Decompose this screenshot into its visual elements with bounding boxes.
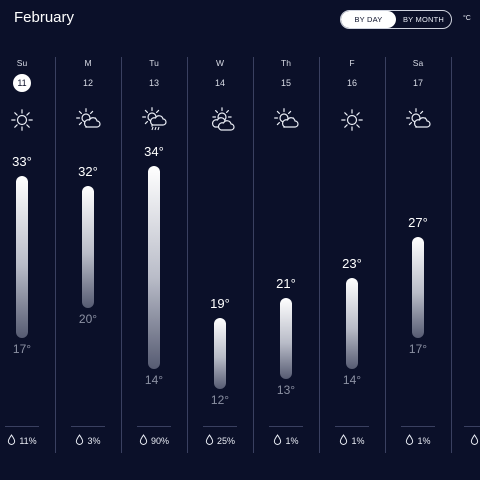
view-toggle[interactable]: BY DAY BY MONTH: [340, 10, 452, 29]
low-temp: 12°: [210, 393, 230, 407]
day-column[interactable]: Sa 17 27° 17° 1%: [385, 54, 451, 454]
sun-cloud-rain-icon: [142, 107, 167, 132]
temp-range-bar: [16, 176, 28, 339]
rain-percent: 25%: [216, 435, 235, 446]
day-of-week: Su: [16, 58, 28, 68]
rain-drop-icon: [405, 434, 414, 447]
day-of-week: F: [349, 58, 355, 68]
rain-drop-icon: [7, 434, 16, 447]
sun-cloud-icon: [274, 108, 299, 132]
day-column[interactable]: F 16 23° 14° 1%: [319, 54, 385, 454]
forecast-days: Su 11 33° 17° 11% M 12 32° 20° 3% Tu 13 34° 14° 90% W 14…: [0, 54, 480, 454]
low-temp: 20°: [78, 311, 98, 326]
rain-chance: 11%: [0, 434, 55, 447]
by-month-button[interactable]: BY MONTH: [396, 11, 451, 28]
low-temp: 13°: [276, 382, 296, 397]
temp-range-bar: [412, 236, 424, 339]
by-day-button[interactable]: BY DAY: [341, 11, 396, 28]
unit-toggle[interactable]: °C: [463, 15, 471, 22]
temp-range-bar: [82, 186, 94, 308]
rain-chance: 3%: [55, 434, 121, 447]
rain-chance: 1%: [319, 434, 385, 447]
today-date: 11: [0, 74, 55, 92]
sun-clouds-icon: [208, 107, 235, 132]
low-temp: 14°: [144, 372, 164, 387]
column-divider: [253, 57, 254, 453]
header: February BY DAY BY MONTH °C: [0, 0, 480, 40]
rain-percent: 1%: [285, 435, 299, 446]
day-column[interactable]: W 14 19° 12° 25%: [187, 54, 253, 454]
rain-percent: 3%: [87, 435, 101, 446]
day-of-week: Tu: [149, 58, 159, 68]
low-temp: 17°: [408, 342, 428, 357]
temp-range-bar: [346, 277, 358, 369]
day-of-week: Th: [281, 58, 291, 68]
rain-divider: [71, 426, 105, 427]
day-of-week: M: [84, 58, 92, 68]
column-divider: [121, 57, 122, 453]
day-column[interactable]: M 12 32° 20° 3%: [55, 54, 121, 454]
rain-drop-icon: [139, 434, 148, 447]
column-divider: [319, 57, 320, 453]
day-of-week: Sa: [412, 58, 424, 68]
rain-percent: 1%: [351, 435, 365, 446]
day-column[interactable]: Su 11 33° 17° 11%: [0, 54, 55, 454]
rain-chance: 25%: [187, 434, 253, 447]
rain-divider: [401, 426, 435, 427]
high-temp: 33°: [12, 154, 32, 170]
column-divider: [451, 57, 452, 453]
rain-drop-icon: [205, 434, 214, 447]
sun-cloud-icon: [406, 108, 431, 132]
day-date: 16: [346, 78, 357, 88]
rain-chance: 1%: [385, 434, 451, 447]
rain-percent: 11%: [19, 435, 37, 446]
high-temp: 27°: [408, 214, 428, 230]
rain-chance: 90%: [121, 434, 187, 447]
sun-icon: [340, 108, 364, 132]
column-divider: [55, 57, 56, 453]
day-date: 17: [412, 78, 423, 88]
column-divider: [187, 57, 188, 453]
high-temp: 23°: [342, 255, 362, 271]
rain-drop-icon: [273, 434, 282, 447]
day-of-week: W: [215, 58, 225, 68]
day-column[interactable]: Tu 13 34° 14° 90%: [121, 54, 187, 454]
month-title: February: [14, 9, 75, 26]
sun-cloud-icon: [76, 108, 101, 132]
high-temp: 21°: [276, 275, 296, 291]
rain-chance: 1%: [253, 434, 319, 447]
rain-percent: 90%: [150, 435, 169, 446]
day-date: 13: [148, 78, 159, 88]
day-date: 15: [280, 78, 291, 88]
day-column[interactable]: Th 15 21° 13° 1%: [253, 54, 319, 454]
low-temp: 17°: [12, 342, 32, 357]
rain-drop-icon: [339, 434, 348, 447]
low-temp: 14°: [342, 372, 362, 387]
next-day-rain-rule: [464, 426, 480, 427]
temp-range-bar: [148, 166, 160, 369]
high-temp: 34°: [144, 144, 164, 159]
rain-divider: [137, 426, 171, 427]
sun-icon: [10, 108, 34, 132]
rain-divider: [203, 426, 237, 427]
next-day-rain-drop-icon: [470, 434, 479, 445]
day-date: 14: [214, 78, 225, 88]
high-temp: 19°: [210, 296, 230, 312]
rain-divider: [5, 426, 39, 427]
temp-range-bar: [280, 297, 292, 379]
rain-percent: 1%: [417, 435, 431, 446]
temp-range-bar: [214, 318, 226, 389]
high-temp: 32°: [78, 164, 98, 180]
day-date: 12: [82, 78, 93, 88]
column-divider: [385, 57, 386, 453]
rain-divider: [335, 426, 369, 427]
rain-drop-icon: [75, 434, 84, 447]
rain-divider: [269, 426, 303, 427]
